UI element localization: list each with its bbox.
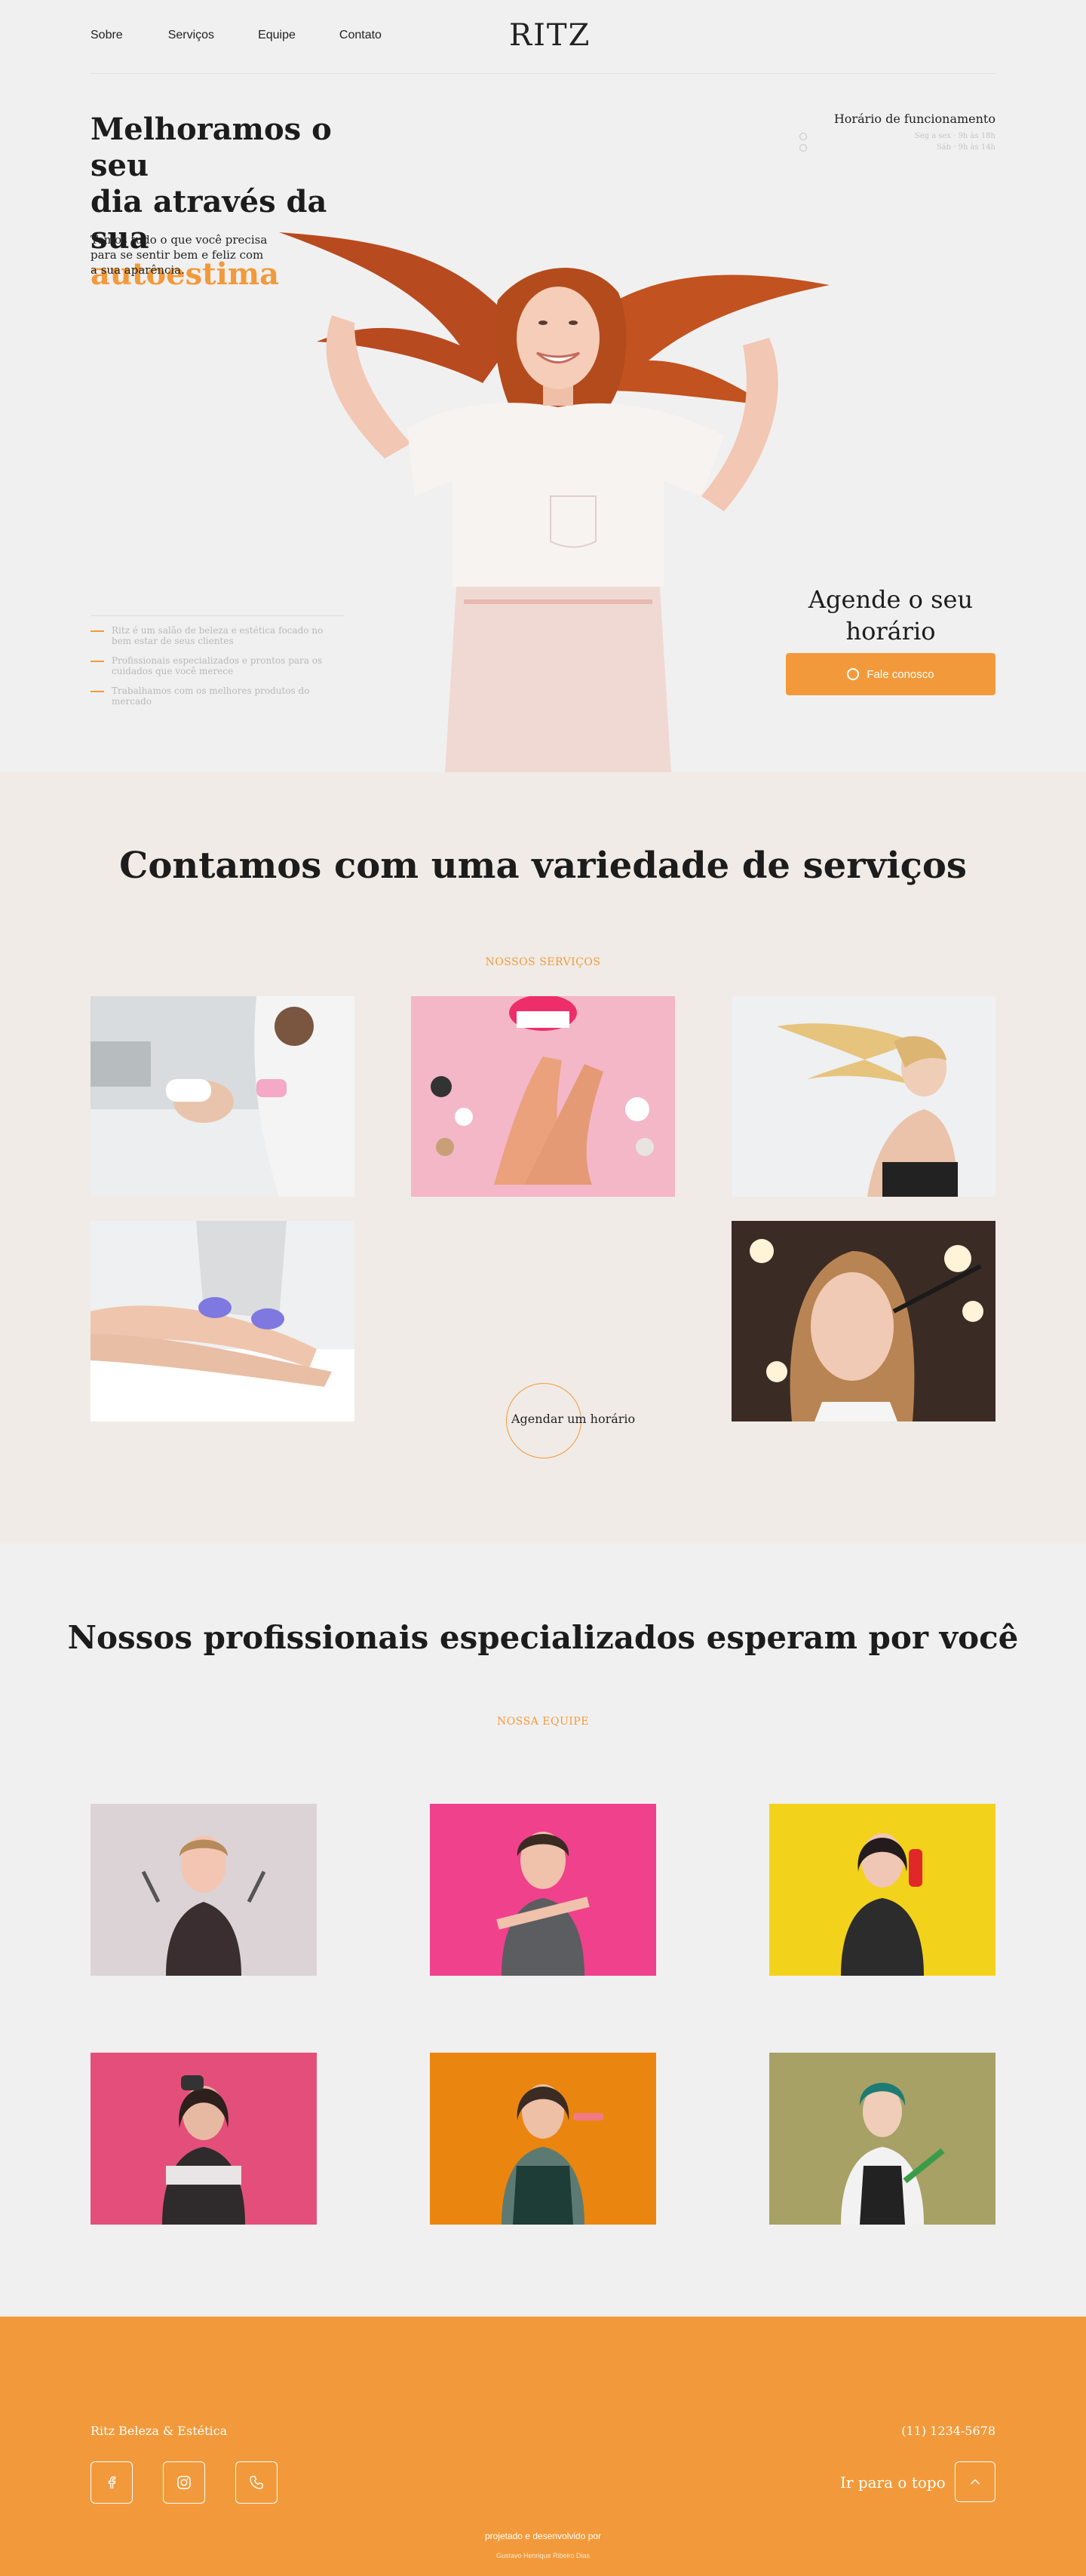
- feature-text: Profissionais especializados e prontos p…: [112, 655, 323, 676]
- back-to-top-button[interactable]: [955, 2461, 996, 2502]
- service-facial-photo: [90, 996, 354, 1197]
- footer-author[interactable]: Gustavo Henrique Ribeiro Dias: [0, 2552, 1086, 2559]
- team-member-photo: [90, 1804, 317, 1976]
- clock-icon: [799, 132, 807, 140]
- team-kicker: NOSSA EQUIPE: [497, 1716, 589, 1728]
- hero-title-line-1: Melhoramos o seu: [90, 112, 332, 183]
- service-makeup-photo: [732, 1221, 996, 1421]
- nav-link-equipe[interactable]: Equipe: [258, 29, 296, 42]
- team-section: Nossos profissionais especializados espe…: [0, 1544, 1086, 2317]
- opening-hours: Horário de funcionamento Seg a sex · 9h …: [799, 112, 996, 155]
- phone-icon: [250, 2476, 263, 2489]
- facebook-icon: [108, 2476, 116, 2489]
- feature-item: Ritz é um salão de beleza e estética foc…: [90, 625, 344, 646]
- services-section: Contamos com uma variedade de serviços N…: [0, 772, 1086, 1544]
- team-member-photo: [769, 2053, 996, 2225]
- whatsapp-icon: [847, 668, 860, 680]
- service-hair-photo: [732, 996, 996, 1197]
- dash-icon: [90, 661, 104, 662]
- facebook-button[interactable]: [90, 2461, 133, 2504]
- team-member-photo: [90, 2053, 317, 2225]
- service-waxing-photo: [90, 1221, 354, 1421]
- top-navigation: Sobre Serviços Equipe Contato RITZ: [90, 0, 996, 74]
- footer-brand: Ritz Beleza & Estética: [90, 2424, 228, 2438]
- services-kicker: NOSSOS SERVIÇOS: [485, 956, 601, 968]
- footer-credit: projetado e desenvolvido por: [484, 2531, 602, 2541]
- logo[interactable]: RITZ: [509, 18, 591, 53]
- team-member-photo: [769, 1804, 996, 1976]
- service-nails-photo: [411, 996, 675, 1197]
- instagram-icon: [177, 2476, 191, 2489]
- footer-phone[interactable]: (11) 1234-5678: [901, 2424, 996, 2438]
- feature-item: Trabalhamos com os melhores produtos do …: [90, 685, 344, 707]
- schedule-box: Agende o seu horário Fale conosco: [786, 584, 996, 695]
- whatsapp-contact-button[interactable]: Fale conosco: [786, 653, 996, 695]
- hero-subtitle: Temos tudo o que você precisa para se se…: [90, 233, 268, 277]
- dash-icon: [90, 630, 104, 632]
- opening-hours-saturday: Sáb · 9h às 14h: [936, 143, 996, 152]
- hero-model-photo: [279, 232, 830, 772]
- schedule-circle-label[interactable]: Agendar um horário: [511, 1412, 635, 1426]
- opening-hours-row: Seg a sex · 9h às 18h: [799, 132, 996, 140]
- feature-text: Ritz é um salão de beleza e estética foc…: [112, 625, 324, 646]
- dash-icon: [90, 691, 104, 692]
- team-title: Nossos profissionais especializados espe…: [67, 1619, 1019, 1656]
- opening-hours-weekdays: Seg a sex · 9h às 18h: [914, 132, 996, 140]
- back-to-top-label[interactable]: Ir para o topo: [840, 2473, 946, 2492]
- phone-button[interactable]: [235, 2461, 278, 2504]
- team-member-photo: [430, 1804, 656, 1976]
- team-member-photo: [430, 2053, 656, 2225]
- schedule-title: Agende o seu horário: [808, 585, 974, 646]
- feature-item: Profissionais especializados e prontos p…: [90, 655, 344, 676]
- nav-link-servicos[interactable]: Serviços: [168, 29, 214, 42]
- nav-link-sobre[interactable]: Sobre: [90, 29, 123, 42]
- instagram-button[interactable]: [163, 2461, 205, 2504]
- feature-text: Trabalhamos com os melhores produtos do …: [112, 685, 310, 707]
- chevron-up-icon: [971, 2479, 980, 2485]
- nav-link-contato[interactable]: Contato: [339, 29, 382, 42]
- whatsapp-contact-label: Fale conosco: [867, 667, 934, 681]
- opening-hours-row: Sáb · 9h às 14h: [799, 143, 996, 152]
- footer: Ritz Beleza & Estética (11) 1234-5678 Ir…: [0, 2317, 1086, 2576]
- feature-list: Ritz é um salão de beleza e estética foc…: [90, 615, 344, 716]
- opening-hours-title: Horário de funcionamento: [833, 112, 996, 126]
- clock-icon: [799, 143, 807, 152]
- nav-links: Sobre Serviços Equipe Contato: [90, 29, 382, 42]
- hero-section: Melhoramos o seu dia através da sua auto…: [0, 74, 1086, 772]
- services-title: Contamos com uma variedade de serviços: [119, 845, 967, 887]
